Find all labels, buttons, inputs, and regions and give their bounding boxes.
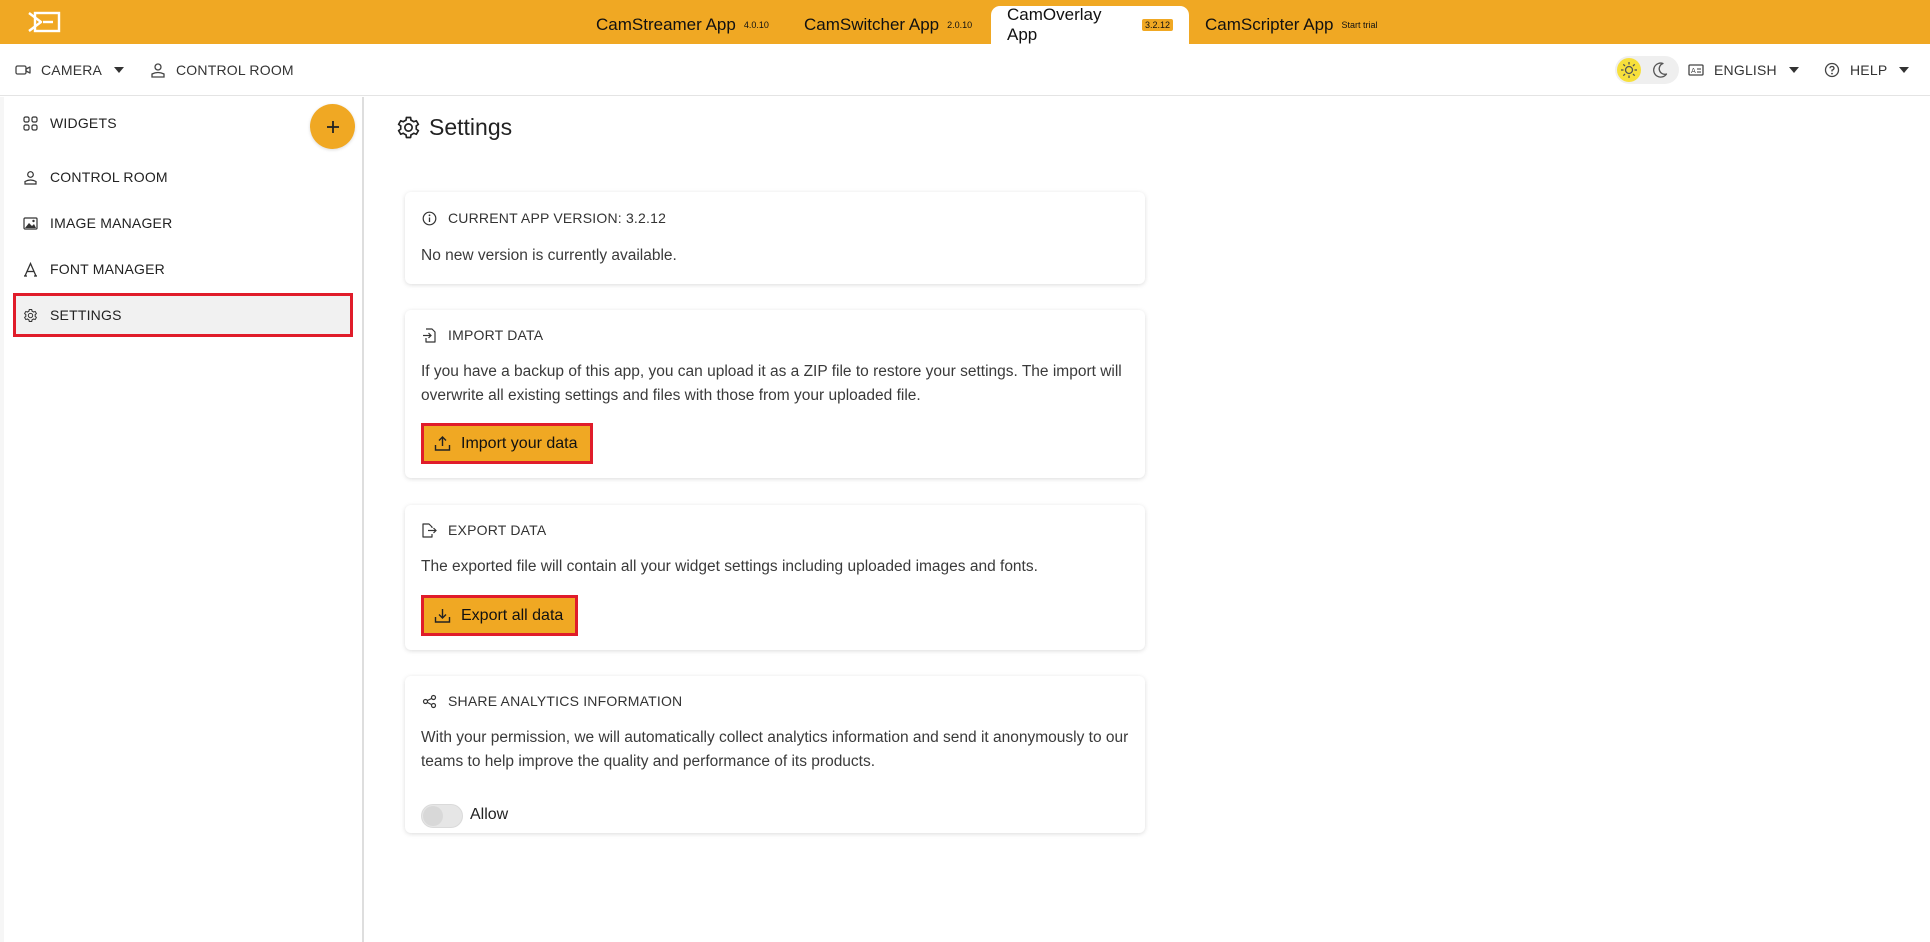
analytics-heading-text: SHARE ANALYTICS INFORMATION bbox=[448, 693, 683, 709]
svg-text:A: A bbox=[1691, 67, 1696, 75]
info-icon bbox=[422, 211, 437, 226]
tab-camscripter[interactable]: CamScripter App Start trial bbox=[1189, 6, 1394, 44]
sidebar-item-label: FONT MANAGER bbox=[50, 261, 165, 277]
person-icon bbox=[23, 170, 38, 185]
sun-icon[interactable] bbox=[1617, 58, 1641, 82]
help-label: HELP bbox=[1850, 62, 1888, 78]
image-icon bbox=[23, 216, 38, 231]
version-heading-text: CURRENT APP VERSION: 3.2.12 bbox=[448, 210, 667, 226]
sidebar-edge bbox=[0, 97, 4, 942]
file-import-icon bbox=[422, 327, 437, 343]
import-heading: IMPORT DATA bbox=[422, 327, 543, 343]
export-button-label: Export all data bbox=[461, 606, 564, 624]
person-icon bbox=[150, 62, 166, 78]
widgets-icon bbox=[23, 115, 38, 131]
sidebar-item-settings[interactable]: SETTINGS bbox=[13, 293, 353, 337]
app-switcher-bar: CamStreamer App 4.0.10 CamSwitcher App 2… bbox=[0, 0, 1930, 44]
tab-version: 2.0.10 bbox=[947, 20, 973, 30]
tab-name: CamScripter App bbox=[1205, 15, 1334, 34]
tab-camoverlay[interactable]: CamOverlay App 3.2.12 bbox=[991, 5, 1189, 44]
control-room-label: CONTROL ROOM bbox=[176, 62, 294, 78]
language-label: ENGLISH bbox=[1714, 62, 1777, 78]
sidebar-item-control-room[interactable]: CONTROL ROOM bbox=[16, 158, 350, 196]
import-description: If you have a backup of this app, you ca… bbox=[421, 363, 1122, 404]
export-card: EXPORT DATA The exported file will conta… bbox=[405, 505, 1145, 650]
sidebar-item-image-manager[interactable]: IMAGE MANAGER bbox=[16, 204, 350, 242]
gear-icon bbox=[23, 308, 38, 323]
export-heading-text: EXPORT DATA bbox=[448, 522, 547, 538]
version-card: CURRENT APP VERSION: 3.2.12 No new versi… bbox=[405, 192, 1145, 284]
chevron-down-icon bbox=[114, 67, 125, 73]
moon-icon[interactable] bbox=[1651, 61, 1669, 79]
help-circle-icon bbox=[1824, 62, 1840, 78]
tab-name: CamSwitcher App bbox=[804, 15, 940, 34]
plus-icon bbox=[326, 120, 340, 134]
analytics-heading: SHARE ANALYTICS INFORMATION bbox=[422, 693, 682, 709]
sidebar-item-label: WIDGETS bbox=[50, 115, 117, 131]
theme-toggle[interactable] bbox=[1615, 56, 1679, 84]
sidebar-item-label: SETTINGS bbox=[50, 307, 122, 323]
font-icon bbox=[23, 261, 38, 277]
share-icon bbox=[422, 694, 437, 709]
sidebar-item-label: CONTROL ROOM bbox=[50, 169, 168, 185]
gear-icon bbox=[396, 115, 421, 140]
page-title-text: Settings bbox=[429, 114, 513, 140]
file-export-icon bbox=[422, 522, 437, 538]
download-icon bbox=[434, 607, 451, 624]
tab-version: 3.2.12 bbox=[1141, 19, 1173, 31]
add-widget-button[interactable] bbox=[310, 104, 355, 149]
language-icon: A bbox=[1688, 62, 1704, 78]
allow-analytics-toggle[interactable] bbox=[421, 804, 463, 828]
control-room-link[interactable]: CONTROL ROOM bbox=[150, 44, 294, 96]
chevron-down-icon bbox=[1788, 67, 1799, 73]
camera-dropdown[interactable]: CAMERA bbox=[15, 44, 125, 96]
tab-camswitcher[interactable]: CamSwitcher App 2.0.10 bbox=[788, 6, 988, 44]
export-description: The exported file will contain all your … bbox=[421, 558, 1038, 575]
version-status-text: No new version is currently available. bbox=[421, 247, 677, 264]
import-heading-text: IMPORT DATA bbox=[448, 327, 544, 343]
sidebar-item-font-manager[interactable]: FONT MANAGER bbox=[16, 250, 350, 288]
import-data-button[interactable]: Import your data bbox=[421, 423, 593, 464]
language-dropdown[interactable]: A ENGLISH bbox=[1688, 44, 1799, 96]
sidebar-item-label: IMAGE MANAGER bbox=[50, 215, 173, 231]
camstreamer-logo-icon[interactable] bbox=[27, 10, 61, 34]
toggle-knob bbox=[423, 806, 443, 826]
tab-name: CamOverlay App bbox=[1007, 5, 1102, 44]
tab-name: CamStreamer App bbox=[596, 15, 736, 34]
chevron-down-icon bbox=[1899, 67, 1910, 73]
video-camera-icon bbox=[15, 62, 31, 78]
import-card: IMPORT DATA If you have a backup of this… bbox=[405, 310, 1145, 478]
version-heading: CURRENT APP VERSION: 3.2.12 bbox=[422, 210, 666, 226]
analytics-description: With your permission, we will automatica… bbox=[421, 729, 1129, 770]
page-title: Settings bbox=[396, 114, 512, 141]
analytics-card: SHARE ANALYTICS INFORMATION With your pe… bbox=[405, 676, 1145, 833]
tab-trial-badge: Start trial bbox=[1341, 20, 1378, 30]
allow-label: Allow bbox=[470, 806, 509, 823]
tab-camstreamer[interactable]: CamStreamer App 4.0.10 bbox=[580, 6, 785, 44]
tab-version: 4.0.10 bbox=[743, 20, 769, 30]
export-heading: EXPORT DATA bbox=[422, 522, 546, 538]
help-dropdown[interactable]: HELP bbox=[1824, 44, 1910, 96]
sidebar-item-widgets[interactable]: WIDGETS bbox=[16, 104, 350, 142]
export-data-button[interactable]: Export all data bbox=[421, 595, 579, 636]
import-button-label: Import your data bbox=[461, 434, 578, 452]
upload-icon bbox=[434, 435, 451, 452]
camera-label: CAMERA bbox=[41, 62, 103, 78]
